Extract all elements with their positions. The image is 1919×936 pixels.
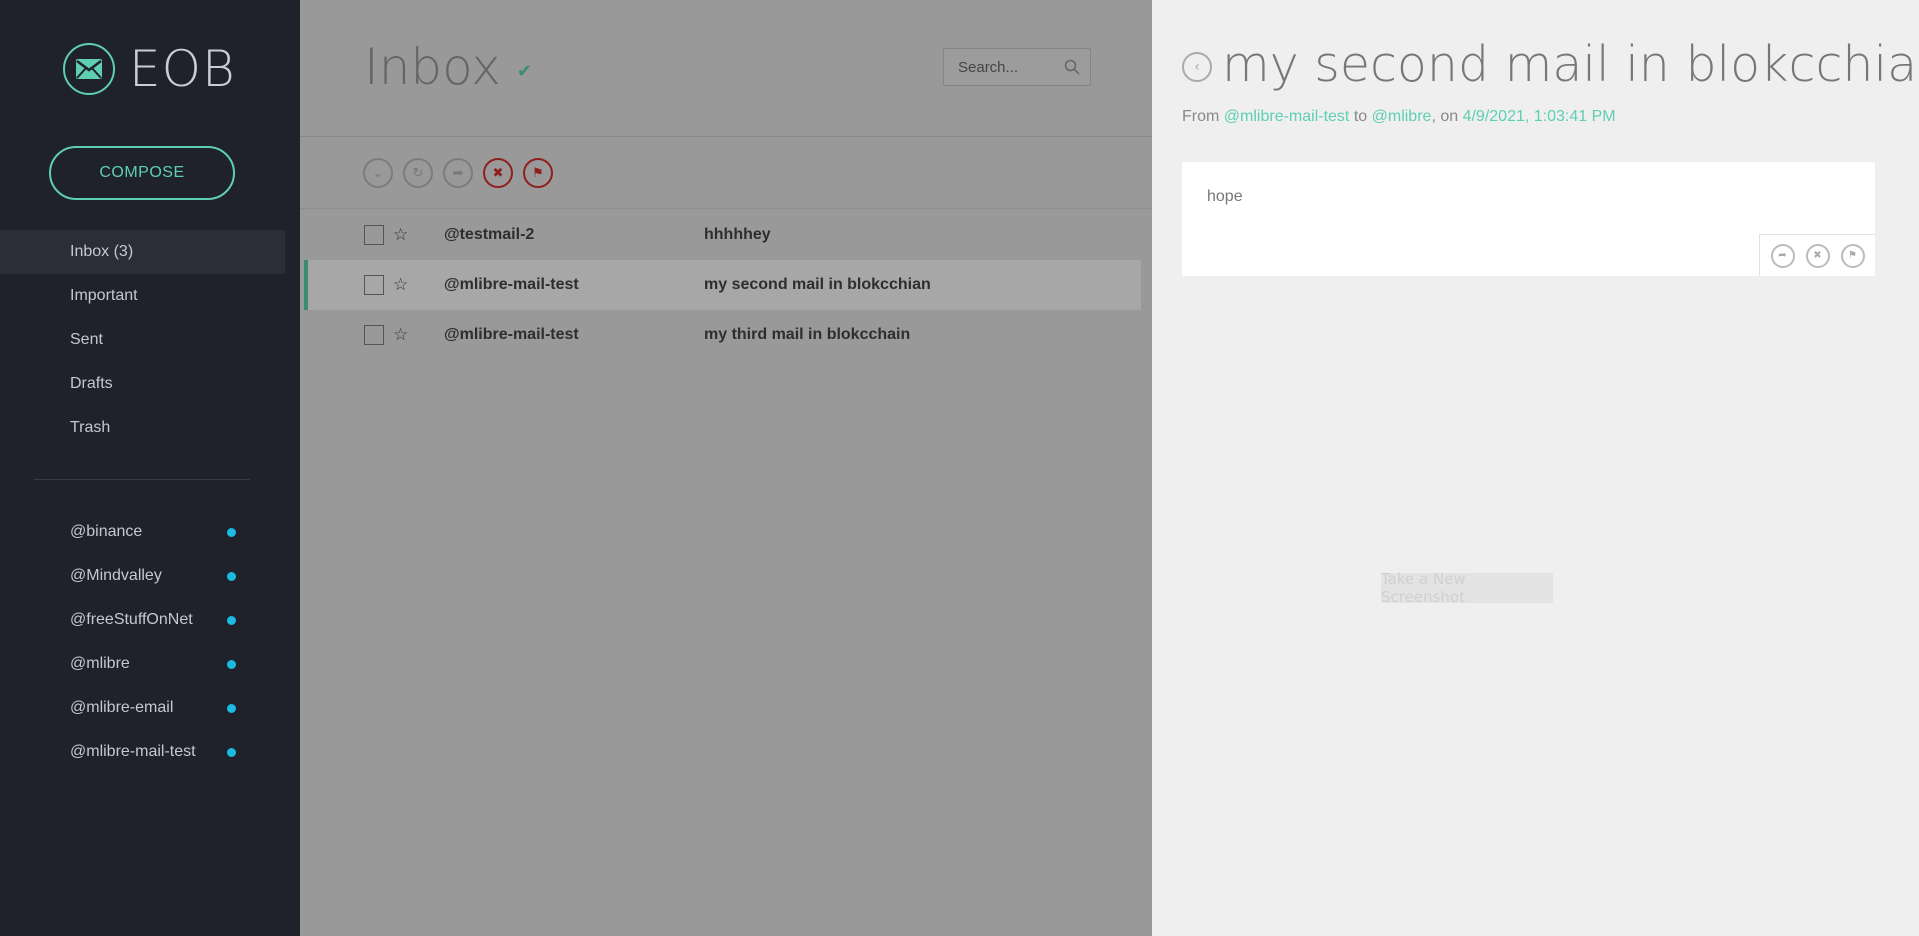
to-label: to — [1353, 108, 1368, 125]
chevron-down-icon[interactable]: ✔ — [517, 61, 532, 82]
search-box — [943, 48, 1091, 86]
message-checkbox[interactable] — [364, 225, 384, 245]
to-address-link[interactable]: @mlibre — [1372, 108, 1432, 125]
online-status-dot — [227, 747, 236, 757]
contact-name: @binance — [70, 523, 143, 540]
inbox-header: Inbox ✔ — [300, 0, 1152, 137]
inbox-panel: Inbox ✔ ⌄ ↻ ➦ ✖ ⚑ ☆ @testmail-2 hhhhhey … — [300, 0, 1152, 936]
online-status-dot — [227, 571, 236, 581]
message-body-card: hope ➦ ✖ ⚑ — [1182, 162, 1875, 276]
nav-item-drafts[interactable]: Drafts — [0, 362, 285, 406]
message-date: 4/9/2021, 1:03:41 PM — [1462, 108, 1616, 125]
message-row[interactable]: ☆ @testmail-2 hhhhhey — [304, 210, 1141, 260]
take-screenshot-button[interactable]: Take a New Screenshot — [1381, 570, 1553, 606]
online-status-dot — [227, 527, 236, 537]
star-icon[interactable]: ☆ — [393, 225, 408, 245]
message-row-selected[interactable]: ☆ @mlibre-mail-test my second mail in bl… — [304, 260, 1141, 310]
nav-item-important[interactable]: Important — [0, 274, 285, 318]
message-detail-panel: ‹ my second mail in blokcchian From @mli… — [1152, 0, 1919, 936]
message-row[interactable]: ☆ @mlibre-mail-test my third mail in blo… — [304, 310, 1141, 360]
on-label: , on — [1431, 108, 1459, 125]
inbox-title-text: Inbox — [364, 38, 501, 96]
message-body: hope — [1207, 188, 1243, 205]
contact-name: @mlibre-email — [70, 699, 174, 716]
forward-icon[interactable]: ➦ — [443, 158, 473, 188]
message-title: my second mail in blokcchian — [1222, 36, 1919, 93]
message-subject: hhhhhey — [704, 226, 771, 243]
message-sender: @testmail-2 — [444, 226, 535, 243]
forward-icon[interactable]: ➦ — [1770, 243, 1795, 268]
contact-name: @freeStuffOnNet — [70, 611, 193, 628]
message-list: ☆ @testmail-2 hhhhhey ☆ @mlibre-mail-tes… — [304, 210, 1141, 360]
message-sender: @mlibre-mail-test — [444, 276, 579, 293]
contact-item[interactable]: @mlibre-email — [0, 686, 260, 730]
delete-icon[interactable]: ✖ — [1805, 243, 1830, 268]
online-status-dot — [227, 703, 236, 713]
inbox-toolbar: ⌄ ↻ ➦ ✖ ⚑ — [363, 158, 553, 188]
compose-button[interactable]: COMPOSE — [49, 146, 235, 200]
search-icon[interactable] — [1064, 59, 1080, 75]
nav-item-trash[interactable]: Trash — [0, 406, 285, 450]
folder-nav: Inbox (3) Important Sent Drafts Trash — [0, 230, 285, 450]
refresh-icon[interactable]: ↻ — [403, 158, 433, 188]
contact-name: @mlibre-mail-test — [70, 743, 196, 760]
message-checkbox[interactable] — [364, 325, 384, 345]
page-title: Inbox ✔ — [364, 38, 532, 96]
contact-name: @Mindvalley — [70, 567, 162, 584]
contact-item[interactable]: @mlibre — [0, 642, 260, 686]
message-sender: @mlibre-mail-test — [444, 326, 579, 343]
back-icon[interactable]: ‹ — [1182, 52, 1212, 82]
contact-item[interactable]: @freeStuffOnNet — [0, 598, 260, 642]
app-logo-text: EOB — [129, 40, 236, 98]
star-icon[interactable]: ☆ — [393, 275, 408, 295]
mail-icon — [63, 43, 115, 95]
nav-item-sent[interactable]: Sent — [0, 318, 285, 362]
flag-icon[interactable]: ⚑ — [1840, 243, 1865, 268]
select-icon[interactable]: ⌄ — [363, 158, 393, 188]
from-label: From — [1182, 108, 1220, 125]
flag-icon[interactable]: ⚑ — [523, 158, 553, 188]
contact-item[interactable]: @binance — [0, 510, 260, 554]
contact-item[interactable]: @mlibre-mail-test — [0, 730, 260, 774]
online-status-dot — [227, 615, 236, 625]
sidebar: EOB COMPOSE Inbox (3) Important Sent Dra… — [0, 0, 300, 936]
message-meta: From @mlibre-mail-test to @mlibre, on 4/… — [1182, 108, 1616, 126]
star-icon[interactable]: ☆ — [393, 325, 408, 345]
sidebar-divider — [34, 479, 250, 480]
message-subject: my second mail in blokcchian — [704, 276, 931, 293]
message-subject: my third mail in blokcchain — [704, 326, 911, 343]
message-actions: ➦ ✖ ⚑ — [1759, 234, 1875, 276]
contact-item[interactable]: @Mindvalley — [0, 554, 260, 598]
message-checkbox[interactable] — [364, 275, 384, 295]
app-logo[interactable]: EOB — [63, 40, 236, 98]
contact-name: @mlibre — [70, 655, 130, 672]
online-status-dot — [227, 659, 236, 669]
search-input[interactable] — [958, 58, 1058, 76]
contact-list: @binance @Mindvalley @freeStuffOnNet @ml… — [0, 510, 260, 774]
toolbar-divider — [300, 208, 1152, 209]
delete-icon[interactable]: ✖ — [483, 158, 513, 188]
nav-item-inbox[interactable]: Inbox (3) — [0, 230, 285, 274]
from-address-link[interactable]: @mlibre-mail-test — [1224, 108, 1350, 125]
